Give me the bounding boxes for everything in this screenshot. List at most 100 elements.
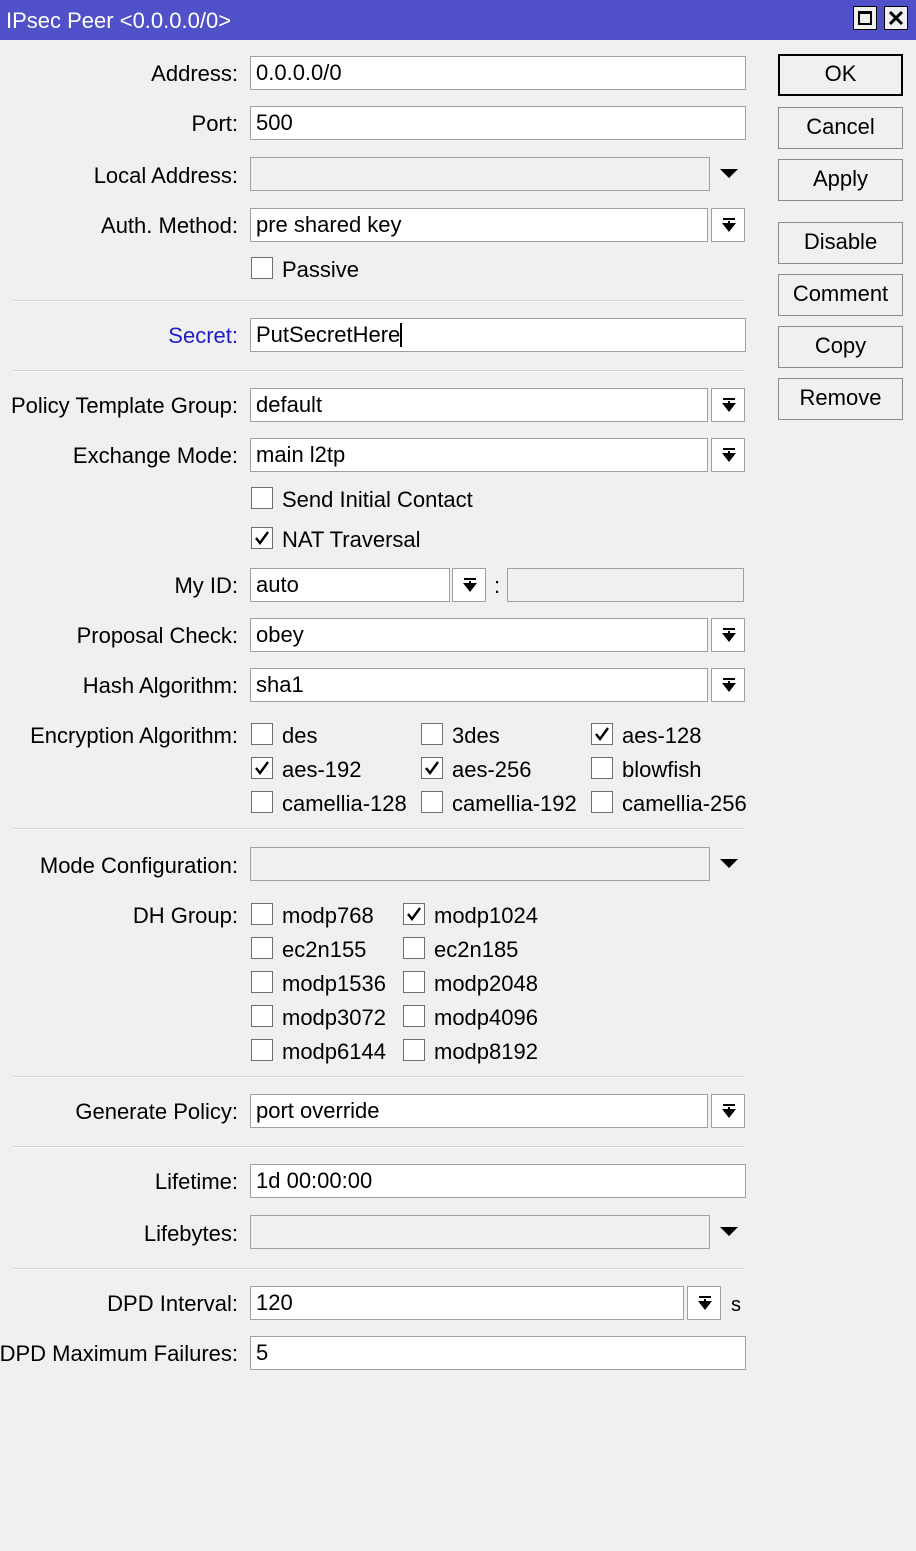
proposal-check-dropdown-button[interactable]	[711, 618, 745, 652]
divider	[14, 1268, 745, 1270]
my-id-select[interactable]: auto	[250, 568, 450, 602]
send-initial-contact-checkbox[interactable]	[251, 487, 273, 509]
checkbox-camellia-128[interactable]	[251, 791, 273, 813]
port-label: Port:	[191, 111, 238, 136]
checkbox-3des[interactable]	[421, 723, 443, 745]
checkbox-modp6144[interactable]	[251, 1039, 273, 1061]
hash-algorithm-label: Hash Algorithm:	[82, 673, 238, 698]
chevron-down-icon	[722, 403, 736, 412]
secret-label: Secret:	[168, 323, 238, 348]
cancel-button[interactable]: Cancel	[778, 107, 903, 149]
checkbox-camellia-192[interactable]	[421, 791, 443, 813]
lifebytes-input[interactable]	[250, 1215, 710, 1249]
divider	[14, 1146, 745, 1148]
local-address-expand-icon[interactable]	[720, 169, 738, 178]
exchange-mode-label: Exchange Mode:	[72, 443, 238, 468]
checkbox-modp2048[interactable]	[403, 971, 425, 993]
chevron-down-icon	[722, 683, 736, 692]
dpd-interval-input[interactable]: 120	[250, 1286, 684, 1320]
lifebytes-label: Lifebytes:	[143, 1221, 238, 1246]
exchange-mode-dropdown-button[interactable]	[711, 438, 745, 472]
check-icon	[407, 907, 421, 921]
lifetime-input[interactable]: 1d 00:00:00	[250, 1164, 746, 1198]
proposal-check-select[interactable]: obey	[250, 618, 708, 652]
my-id-value-input[interactable]	[507, 568, 744, 602]
divider	[14, 370, 745, 372]
check-icon	[255, 761, 269, 775]
mode-configuration-input[interactable]	[250, 847, 710, 881]
checkbox-label-aes-192: aes-192	[282, 757, 362, 782]
nat-traversal-checkbox[interactable]	[251, 527, 273, 549]
checkbox-aes-256[interactable]	[421, 757, 443, 779]
passive-label: Passive	[282, 257, 360, 282]
apply-button[interactable]: Apply	[778, 159, 903, 201]
generate-policy-select[interactable]: port override	[250, 1094, 708, 1128]
chevron-down-icon	[722, 1109, 736, 1118]
secret-value: PutSecretHere	[256, 322, 401, 347]
lifebytes-expand-icon[interactable]	[720, 1227, 738, 1236]
my-id-separator: :	[494, 573, 501, 598]
checkbox-modp768[interactable]	[251, 903, 273, 925]
checkbox-modp8192[interactable]	[403, 1039, 425, 1061]
check-icon	[255, 531, 269, 545]
text-caret	[400, 323, 403, 347]
checkbox-label-aes-128: aes-128	[622, 723, 702, 748]
hash-algorithm-dropdown-button[interactable]	[711, 668, 745, 702]
window-title: IPsec Peer <0.0.0.0/0>	[6, 8, 232, 33]
checkbox-aes-192[interactable]	[251, 757, 273, 779]
chevron-down-icon	[698, 1301, 712, 1310]
checkbox-label-3des: 3des	[452, 723, 500, 748]
checkbox-aes-128[interactable]	[591, 723, 613, 745]
policy-template-group-dropdown-button[interactable]	[711, 388, 745, 422]
checkbox-ec2n185[interactable]	[403, 937, 425, 959]
port-input[interactable]: 500	[250, 106, 746, 140]
mode-configuration-expand-icon[interactable]	[720, 859, 738, 868]
my-id-dropdown-button[interactable]	[452, 568, 486, 602]
secret-input[interactable]: PutSecretHere	[250, 318, 746, 352]
checkbox-label-modp1536: modp1536	[282, 971, 386, 996]
local-address-label: Local Address:	[93, 163, 238, 188]
checkbox-label-aes-256: aes-256	[452, 757, 532, 782]
chevron-down-icon	[722, 453, 736, 462]
checkbox-label-blowfish: blowfish	[622, 757, 702, 782]
checkbox-label-modp1024: modp1024	[434, 903, 538, 928]
close-button[interactable]	[884, 6, 908, 30]
disable-button[interactable]: Disable	[778, 222, 903, 264]
auth-method-dropdown-button[interactable]	[711, 208, 745, 242]
checkbox-label-modp2048: modp2048	[434, 971, 538, 996]
remove-button[interactable]: Remove	[778, 378, 903, 420]
checkbox-modp1024[interactable]	[403, 903, 425, 925]
close-icon	[888, 10, 904, 26]
maximize-button[interactable]	[853, 6, 877, 30]
comment-button[interactable]: Comment	[778, 274, 903, 316]
maximize-icon	[858, 11, 872, 25]
checkbox-modp1536[interactable]	[251, 971, 273, 993]
checkbox-label-modp768: modp768	[282, 903, 374, 928]
hash-algorithm-select[interactable]: sha1	[250, 668, 708, 702]
dpd-max-failures-input[interactable]: 5	[250, 1336, 746, 1370]
chevron-down-icon	[463, 583, 477, 592]
exchange-mode-select[interactable]: main l2tp	[250, 438, 708, 472]
generate-policy-dropdown-button[interactable]	[711, 1094, 745, 1128]
send-initial-contact-label: Send Initial Contact	[282, 487, 473, 512]
dpd-interval-label: DPD Interval:	[107, 1291, 238, 1316]
checkbox-des[interactable]	[251, 723, 273, 745]
passive-checkbox[interactable]	[251, 257, 273, 279]
dpd-interval-dropdown-button[interactable]	[687, 1286, 721, 1320]
checkbox-label-ec2n155: ec2n155	[282, 937, 367, 962]
policy-template-group-select[interactable]: default	[250, 388, 708, 422]
encryption-algorithm-label: Encryption Algorithm:	[30, 723, 238, 748]
local-address-input[interactable]	[250, 157, 710, 191]
policy-template-group-label: Policy Template Group:	[10, 393, 238, 418]
checkbox-ec2n155[interactable]	[251, 937, 273, 959]
address-input[interactable]: 0.0.0.0/0	[250, 56, 746, 90]
copy-button[interactable]: Copy	[778, 326, 903, 368]
chevron-down-icon	[722, 633, 736, 642]
checkbox-modp4096[interactable]	[403, 1005, 425, 1027]
dpd-max-failures-label: DPD Maximum Failures:	[0, 1341, 238, 1366]
checkbox-camellia-256[interactable]	[591, 791, 613, 813]
checkbox-modp3072[interactable]	[251, 1005, 273, 1027]
checkbox-blowfish[interactable]	[591, 757, 613, 779]
ok-button[interactable]: OK	[778, 54, 903, 96]
auth-method-select[interactable]: pre shared key	[250, 208, 708, 242]
